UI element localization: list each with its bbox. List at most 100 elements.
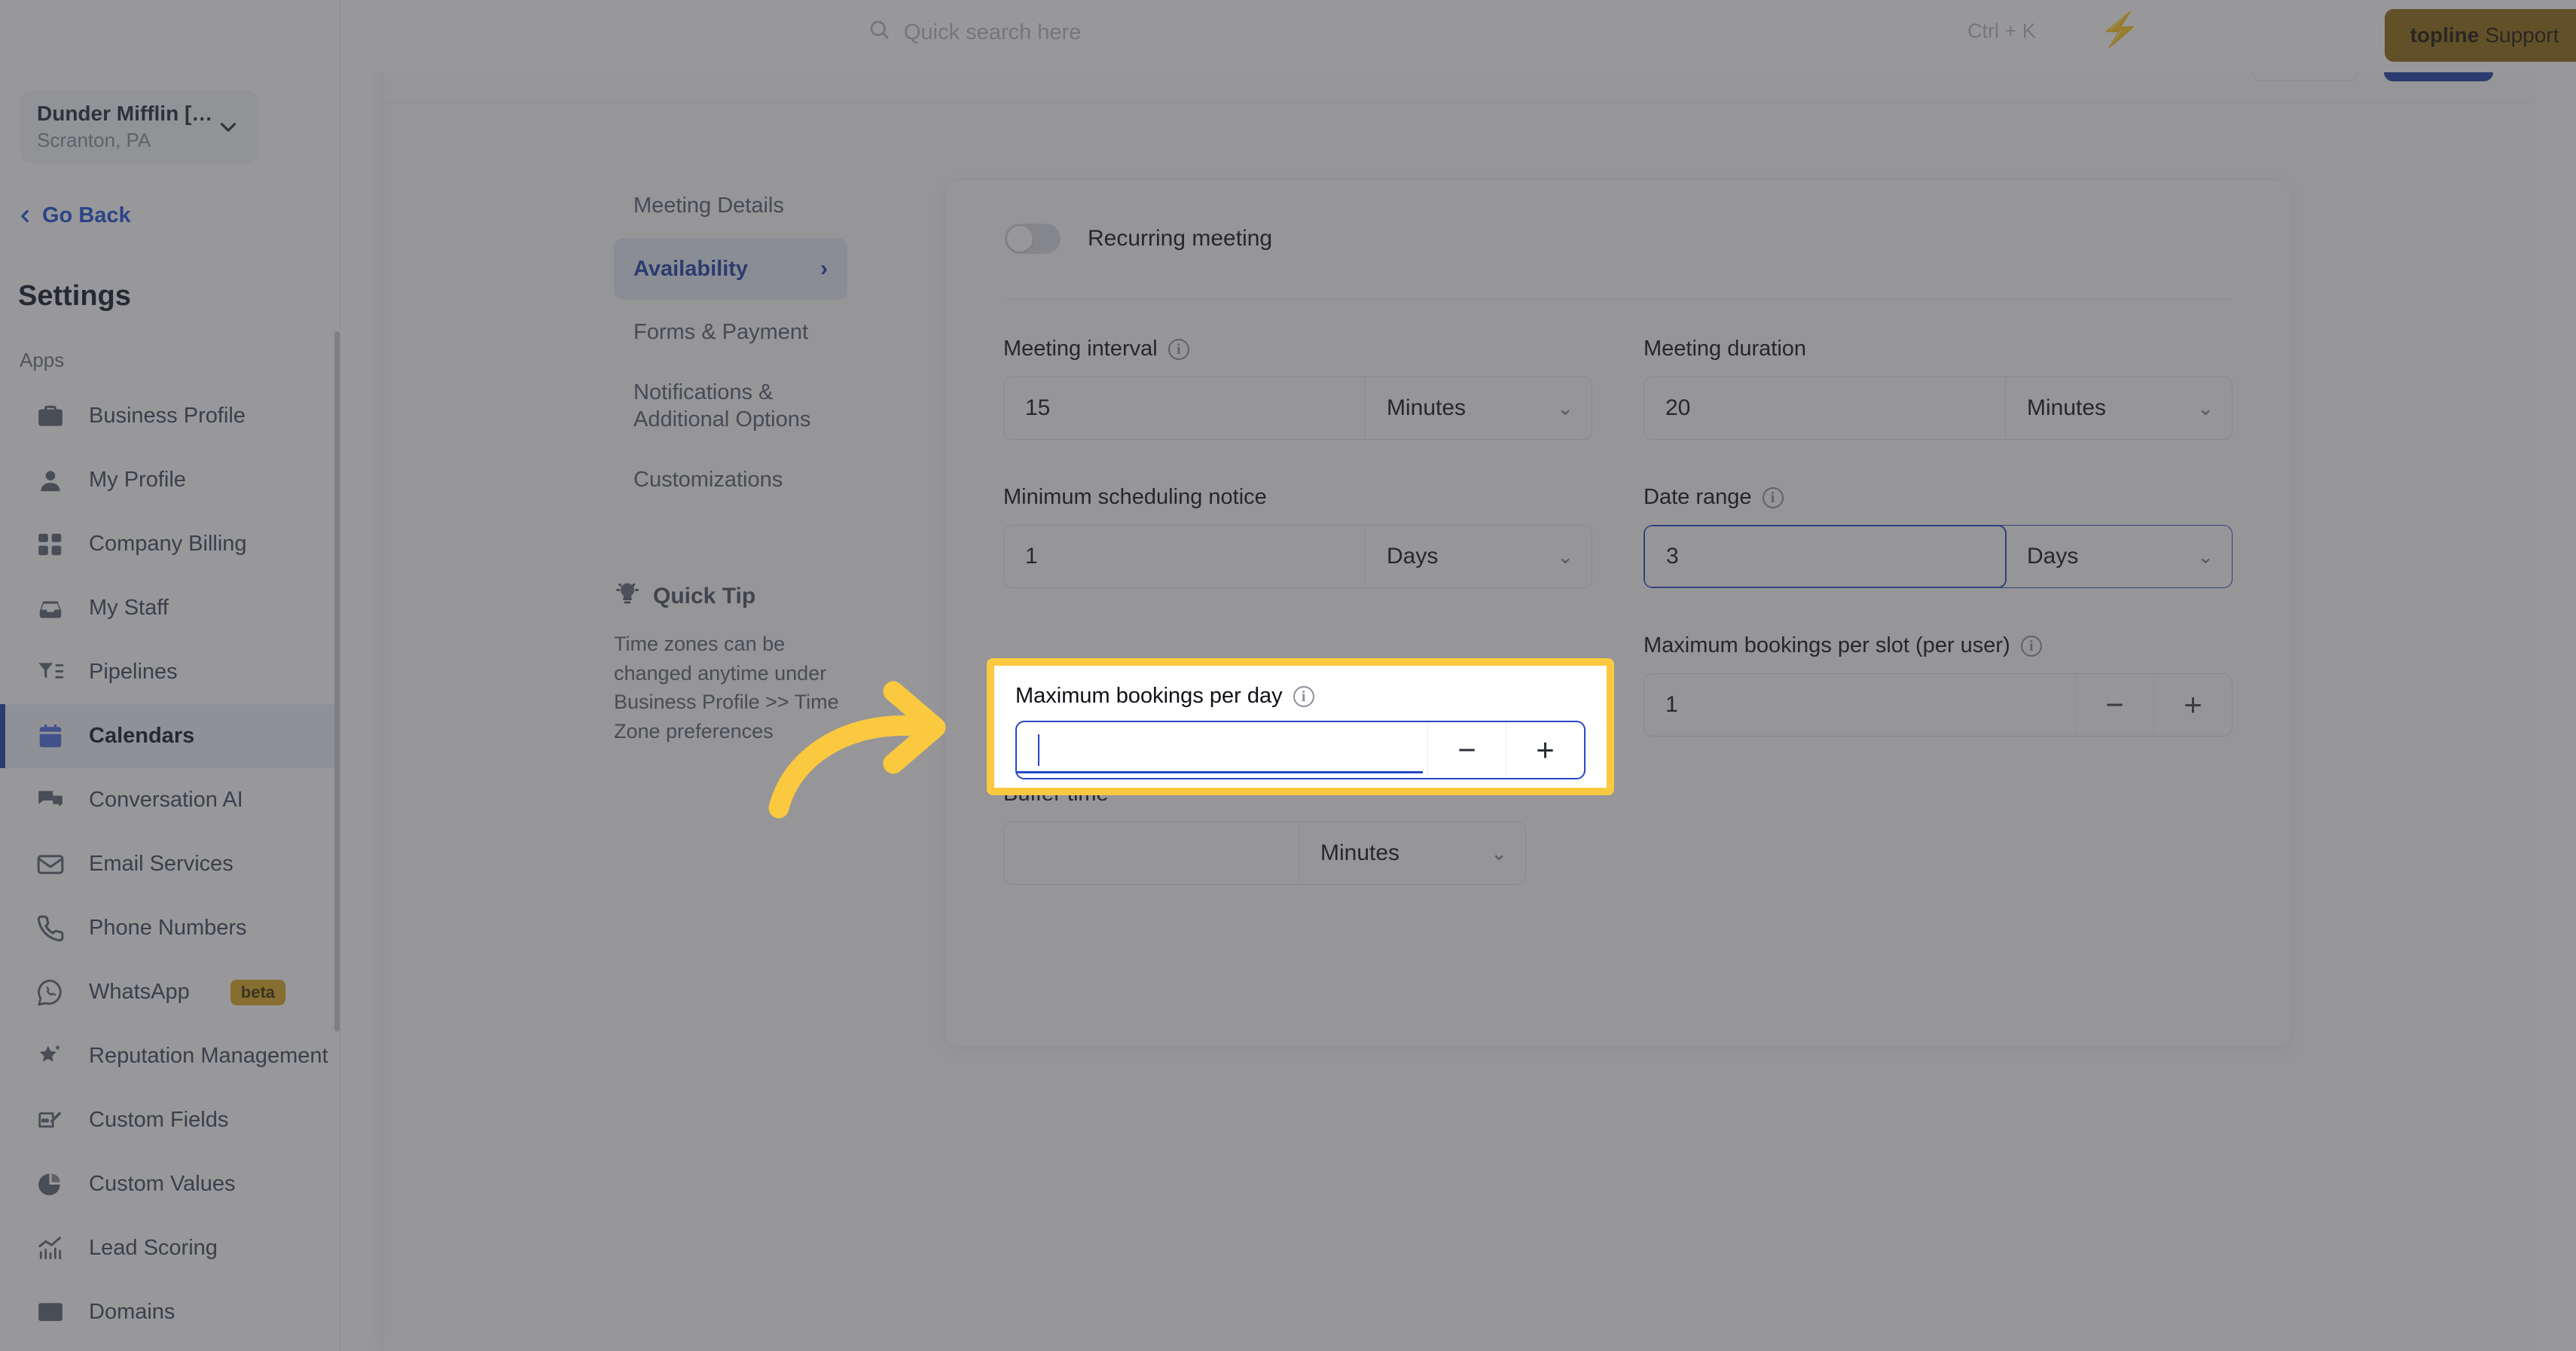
settings-sidebar: Dunder Mifflin [D... Scranton, PA Go Bac… <box>0 0 340 1351</box>
meeting-duration-unit-select[interactable]: Minutes ⌄ <box>2006 377 2232 439</box>
date-range-combo[interactable]: 3 Days ⌄ <box>1644 525 2233 588</box>
unit-value: Days <box>1387 544 1439 569</box>
sidebar-item-label: Pipelines <box>89 660 178 684</box>
form-row: Meeting interval i 15 Minutes ⌄ Meeting … <box>1003 337 2233 440</box>
field-label: Maximum bookings per day <box>1015 684 1283 708</box>
location-text: Dunder Mifflin [D... Scranton, PA <box>37 102 215 152</box>
field-label-row: Maximum bookings per day i <box>1015 684 1586 709</box>
sidebar-item-my-staff[interactable]: My Staff <box>0 576 340 640</box>
sidebar-item-my-profile[interactable]: My Profile <box>0 448 340 512</box>
unit-value: Minutes <box>1387 395 1467 420</box>
max-bookings-per-day-stepper[interactable]: − + <box>1015 721 1586 779</box>
chevron-down-icon: ⌄ <box>2197 396 2214 419</box>
increment-button[interactable]: + <box>2153 674 2232 736</box>
buffer-time-value[interactable] <box>1004 822 1299 884</box>
beta-badge: beta <box>230 979 286 1005</box>
inbox-icon <box>36 594 65 623</box>
sidebar-item-label: Custom Fields <box>89 1108 229 1132</box>
tab-availability[interactable]: Availability › <box>614 238 847 300</box>
sidebar-item-pipelines[interactable]: Pipelines <box>0 640 340 704</box>
tab-forms-payment[interactable]: Forms & Payment <box>614 301 847 363</box>
quick-search-input[interactable]: Quick search here <box>868 18 1081 47</box>
tab-label: Forms & Payment <box>633 319 809 344</box>
location-sub: Scranton, PA <box>37 129 151 151</box>
sidebar-item-lead-scoring[interactable]: Lead Scoring <box>0 1216 340 1280</box>
meeting-interval-value[interactable]: 15 <box>1004 377 1366 439</box>
chevron-down-icon: ⌄ <box>1491 841 1507 865</box>
funnel-icon <box>36 658 65 687</box>
curved-arrow-right-icon <box>768 681 946 819</box>
tab-customizations[interactable]: Customizations <box>614 449 847 511</box>
support-brand: topline <box>2410 23 2480 47</box>
sidebar-item-label: WhatsApp <box>89 980 190 1004</box>
sidebar-item-company-billing[interactable]: Company Billing <box>0 512 340 576</box>
max-bookings-per-day-input[interactable] <box>1017 722 1427 778</box>
meeting-duration-value[interactable]: 20 <box>1644 377 2006 439</box>
sidebar-item-whatsapp[interactable]: WhatsApp beta <box>0 960 340 1024</box>
page-title: Settings <box>18 280 131 312</box>
field-label: Date range <box>1644 485 1752 509</box>
go-back-link[interactable]: Go Back <box>15 203 131 228</box>
meeting-interval-combo[interactable]: 15 Minutes ⌄ <box>1003 377 1592 440</box>
sidebar-item-phone-numbers[interactable]: Phone Numbers <box>0 896 340 960</box>
date-range-value[interactable]: 3 <box>1644 526 2007 587</box>
support-word: Support <box>2485 23 2559 47</box>
field-minimum-scheduling-notice: Minimum scheduling notice 1 Days ⌄ <box>1003 485 1592 588</box>
tab-notifications-additional-options[interactable]: Notifications & Additional Options <box>614 364 847 447</box>
field-date-range: Date range i 3 Days ⌄ <box>1644 485 2233 588</box>
meeting-duration-combo[interactable]: 20 Minutes ⌄ <box>1644 377 2233 440</box>
sidebar-scrollbar[interactable] <box>334 331 340 1032</box>
field-label: Maximum bookings per slot (per user) <box>1644 633 2010 657</box>
sidebar-item-domains[interactable]: Domains <box>0 1280 340 1344</box>
top-bar: Quick search here Ctrl + K ⚡ topline Sup… <box>340 0 2576 72</box>
field-label-row: Maximum bookings per slot (per user) i <box>1644 633 2233 658</box>
toggle-knob <box>1007 226 1033 252</box>
info-icon[interactable]: i <box>1167 338 1189 360</box>
sidebar-item-label: Lead Scoring <box>89 1236 218 1260</box>
edit-card-icon <box>36 1106 65 1135</box>
tab-meeting-details[interactable]: Meeting Details <box>614 175 847 236</box>
field-meeting-interval: Meeting interval i 15 Minutes ⌄ <box>1003 337 1592 440</box>
increment-button[interactable]: + <box>1506 722 1584 778</box>
sidebar-item-label: Email Services <box>89 852 233 876</box>
sidebar-item-business-profile[interactable]: Business Profile <box>0 384 340 448</box>
decrement-button[interactable]: − <box>1427 722 1506 778</box>
info-icon[interactable]: i <box>2020 635 2042 657</box>
field-label-row: Minimum scheduling notice <box>1003 485 1592 510</box>
decrement-button[interactable]: − <box>2075 674 2153 736</box>
sidebar-item-label: Phone Numbers <box>89 916 247 940</box>
recurring-meeting-toggle[interactable] <box>1005 224 1061 254</box>
max-bookings-per-slot-stepper[interactable]: 1 − + <box>1644 673 2233 736</box>
quick-tip-heading: Quick Tip <box>614 580 840 613</box>
app-root: Dunder Mifflin [D... Scranton, PA Go Bac… <box>0 0 2576 1351</box>
date-range-unit-select[interactable]: Days ⌄ <box>2006 526 2232 587</box>
sidebar-group-label: Apps <box>20 349 65 371</box>
location-switcher[interactable]: Dunder Mifflin [D... Scranton, PA <box>20 90 258 163</box>
meeting-interval-unit-select[interactable]: Minutes ⌄ <box>1366 377 1592 439</box>
minimum-scheduling-notice-value[interactable]: 1 <box>1004 526 1366 587</box>
minimum-scheduling-notice-combo[interactable]: 1 Days ⌄ <box>1003 525 1592 588</box>
buffer-time-combo[interactable]: Minutes ⌄ <box>1003 822 1526 885</box>
sidebar-item-custom-values[interactable]: Custom Values <box>0 1152 340 1216</box>
sidebar-item-label: Domains <box>89 1300 175 1324</box>
chat-icon <box>36 786 65 815</box>
sidebar-item-calendars[interactable]: Calendars <box>0 704 340 768</box>
info-icon[interactable]: i <box>1293 685 1314 707</box>
info-icon[interactable]: i <box>1762 486 1784 508</box>
lightning-icon[interactable]: ⚡ <box>2099 14 2141 47</box>
support-button[interactable]: topline Support <box>2385 9 2576 62</box>
sidebar-item-label: Reputation Management <box>89 1044 328 1068</box>
buffer-time-unit-select[interactable]: Minutes ⌄ <box>1299 822 1525 884</box>
recurring-meeting-label: Recurring meeting <box>1088 226 1273 251</box>
user-icon <box>36 466 65 495</box>
sidebar-item-email-services[interactable]: Email Services <box>0 832 340 896</box>
field-buffer-time: Buffer time Minutes ⌄ <box>1003 782 1592 885</box>
sidebar-item-reputation-management[interactable]: Reputation Management <box>0 1024 340 1088</box>
sidebar-item-conversation-ai[interactable]: Conversation AI <box>0 768 340 832</box>
sidebar-item-custom-fields[interactable]: Custom Fields <box>0 1088 340 1152</box>
chevron-left-icon <box>21 209 29 222</box>
minimum-scheduling-notice-unit-select[interactable]: Days ⌄ <box>1366 526 1592 587</box>
pie-icon <box>36 1170 65 1199</box>
chevron-down-icon: ⌄ <box>2197 544 2214 568</box>
max-bookings-per-slot-value[interactable]: 1 <box>1644 674 2075 736</box>
